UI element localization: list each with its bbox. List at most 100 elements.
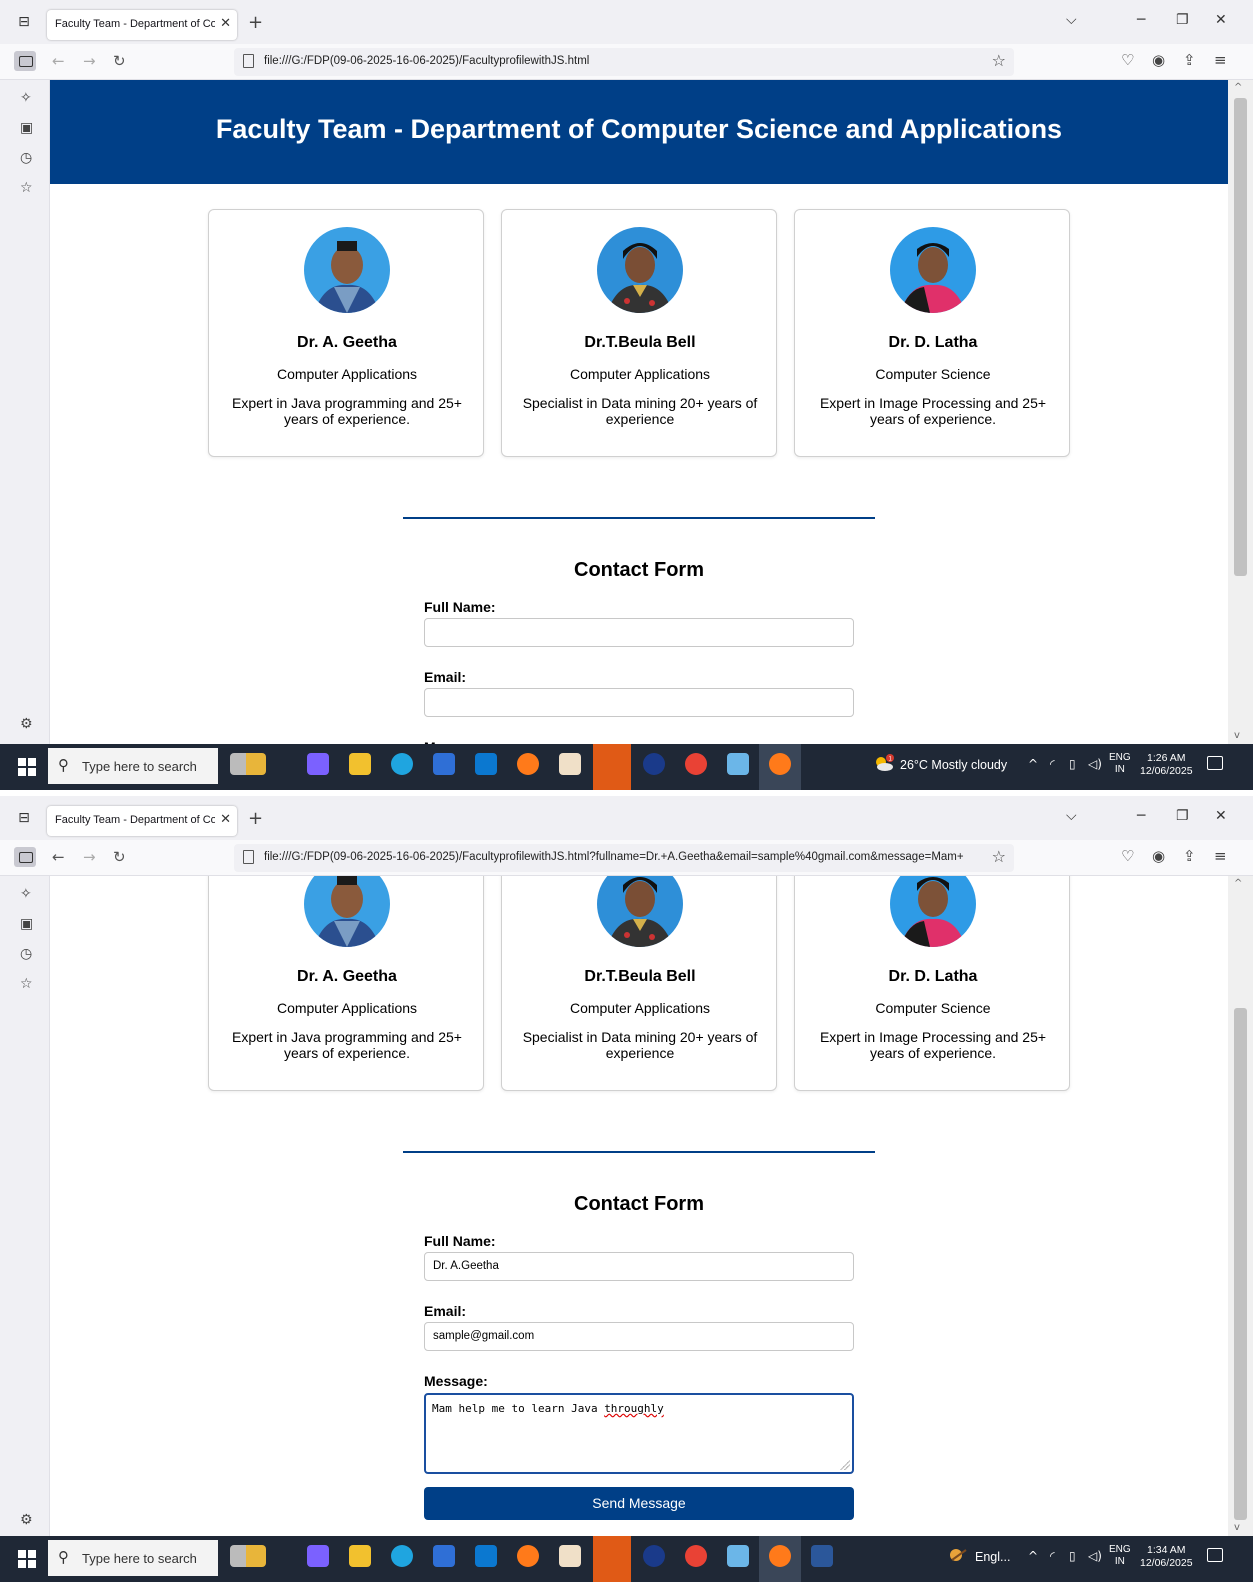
windows-start-icon[interactable]	[18, 758, 36, 776]
copilot-icon[interactable]	[307, 1545, 329, 1567]
restore-button[interactable]: ❐	[1176, 12, 1189, 28]
bookmarks-icon[interactable]: ☆	[20, 180, 33, 196]
battery-icon[interactable]: ▯	[1069, 1549, 1076, 1563]
reload-icon[interactable]: ↻	[113, 848, 126, 866]
minimize-button[interactable]: ─	[1137, 12, 1145, 28]
quick-heal-icon[interactable]	[593, 1536, 631, 1582]
page-scrollbar[interactable]: ^ v	[1228, 876, 1253, 1536]
menu-icon[interactable]: ≡	[1214, 51, 1227, 69]
tray-chevron-icon[interactable]: ^	[1028, 757, 1038, 771]
chrome-icon[interactable]	[685, 1545, 707, 1567]
firefox-icon[interactable]	[517, 753, 539, 775]
quick-heal-icon[interactable]	[593, 744, 631, 790]
mail-icon[interactable]	[475, 753, 497, 775]
new-tab-button[interactable]: +	[248, 808, 263, 829]
tab-overflow-chevron-icon[interactable]: ⌵	[1066, 12, 1077, 28]
tab-overflow-chevron-icon[interactable]: ⌵	[1066, 808, 1077, 824]
app-icon[interactable]	[559, 1545, 581, 1567]
extensions-icon[interactable]: ⇪	[1183, 51, 1196, 69]
store-icon[interactable]	[433, 1545, 455, 1567]
search-highlight-icon[interactable]	[230, 1545, 266, 1567]
scroll-up-icon[interactable]: ^	[1234, 82, 1242, 93]
url-text[interactable]: file:///G:/FDP(09-06-2025-16-06-2025)/Fa…	[264, 851, 979, 863]
email-field[interactable]	[424, 688, 854, 717]
close-window-button[interactable]: ✕	[1215, 808, 1227, 824]
close-tab-icon[interactable]: ✕	[220, 812, 231, 827]
taskbar-search[interactable]: ⚲ Type here to search	[48, 748, 218, 784]
forward-arrow-icon[interactable]: →	[83, 52, 96, 70]
chrome-icon[interactable]	[685, 753, 707, 775]
firefox-icon[interactable]	[517, 1545, 539, 1567]
close-window-button[interactable]: ✕	[1215, 12, 1227, 28]
windows-start-icon[interactable]	[18, 1550, 36, 1568]
back-arrow-icon[interactable]: ←	[52, 848, 65, 866]
sidebar-toggle-icon[interactable]	[14, 847, 36, 867]
scroll-down-icon[interactable]: v	[1234, 730, 1240, 741]
bookmark-star-icon[interactable]: ☆	[992, 51, 1006, 70]
notification-icon[interactable]	[1207, 1548, 1223, 1562]
language-indicator[interactable]: ENG IN	[1109, 752, 1131, 776]
history-icon[interactable]: ◷	[20, 946, 32, 962]
fullname-field[interactable]: Dr. A.Geetha	[424, 1252, 854, 1281]
message-field[interactable]: Mam help me to learn Java throughly	[424, 1393, 854, 1474]
network-icon[interactable]: ◜	[1050, 757, 1055, 771]
webex-icon[interactable]	[643, 753, 665, 775]
synced-tabs-icon[interactable]: ▣	[20, 916, 33, 932]
minimize-button[interactable]: ─	[1137, 808, 1145, 824]
word-icon[interactable]	[811, 1545, 833, 1567]
taskbar-search[interactable]: ⚲ Type here to search	[48, 1540, 218, 1576]
email-field[interactable]: sample@gmail.com	[424, 1322, 854, 1351]
tab-list-icon[interactable]: ⊟	[14, 808, 34, 828]
volume-icon[interactable]: ◁)	[1088, 1549, 1102, 1563]
taskbar-clock[interactable]: 1:26 AM 12/06/2025	[1140, 752, 1193, 778]
send-message-button[interactable]: Send Message	[424, 1487, 854, 1520]
history-icon[interactable]: ◷	[20, 150, 32, 166]
file-explorer-icon[interactable]	[349, 1545, 371, 1567]
page-scrollbar[interactable]: ^ v	[1228, 80, 1253, 744]
search-highlight-icon[interactable]	[230, 753, 266, 775]
copilot-icon[interactable]	[307, 753, 329, 775]
ai-chat-icon[interactable]: ✧	[20, 886, 32, 902]
browser-tab[interactable]: Faculty Team - Department of Comp ✕	[47, 10, 237, 40]
url-text[interactable]: file:///G:/FDP(09-06-2025-16-06-2025)/Fa…	[264, 55, 979, 67]
edge-icon[interactable]	[391, 753, 413, 775]
account-icon[interactable]: ◉	[1152, 847, 1165, 865]
weather-text[interactable]: 26°C Mostly cloudy	[900, 758, 1007, 772]
back-arrow-icon[interactable]: ←	[52, 52, 65, 70]
bookmarks-icon[interactable]: ☆	[20, 976, 33, 992]
restore-button[interactable]: ❐	[1176, 808, 1189, 824]
fullname-field[interactable]	[424, 618, 854, 647]
pocket-icon[interactable]: ♡	[1121, 847, 1134, 865]
synced-tabs-icon[interactable]: ▣	[20, 120, 33, 136]
mail-icon[interactable]	[475, 1545, 497, 1567]
sidebar-toggle-icon[interactable]	[14, 51, 36, 71]
webex-icon[interactable]	[643, 1545, 665, 1567]
app-icon[interactable]	[559, 753, 581, 775]
account-icon[interactable]: ◉	[1152, 51, 1165, 69]
notes-icon[interactable]	[727, 1545, 749, 1567]
file-explorer-icon[interactable]	[349, 753, 371, 775]
notes-icon[interactable]	[727, 753, 749, 775]
resize-handle[interactable]	[840, 1460, 850, 1470]
menu-icon[interactable]: ≡	[1214, 847, 1227, 865]
notification-icon[interactable]	[1207, 756, 1223, 770]
network-icon[interactable]: ◜	[1050, 1549, 1055, 1563]
weather-icon[interactable]: 1	[872, 754, 894, 772]
settings-icon[interactable]: ⚙	[20, 1512, 33, 1528]
scroll-up-icon[interactable]: ^	[1234, 878, 1242, 889]
tray-chevron-icon[interactable]: ^	[1028, 1549, 1038, 1563]
tab-list-icon[interactable]: ⊟	[14, 12, 34, 32]
language-indicator[interactable]: ENG IN	[1109, 1544, 1131, 1568]
new-tab-button[interactable]: +	[248, 12, 263, 33]
pocket-icon[interactable]: ♡	[1121, 51, 1134, 69]
browser-tab[interactable]: Faculty Team - Department of Comp ✕	[47, 806, 237, 836]
weather-text[interactable]: Engl...	[975, 1550, 1010, 1564]
reload-icon[interactable]: ↻	[113, 52, 126, 70]
url-bar[interactable]: file:///G:/FDP(09-06-2025-16-06-2025)/Fa…	[234, 48, 1014, 76]
scrollbar-thumb[interactable]	[1234, 98, 1247, 576]
settings-icon[interactable]: ⚙	[20, 716, 33, 732]
forward-arrow-icon[interactable]: →	[83, 848, 96, 866]
scroll-down-icon[interactable]: v	[1234, 1522, 1240, 1533]
scrollbar-thumb[interactable]	[1234, 1008, 1247, 1520]
taskbar-clock[interactable]: 1:34 AM 12/06/2025	[1140, 1544, 1193, 1570]
